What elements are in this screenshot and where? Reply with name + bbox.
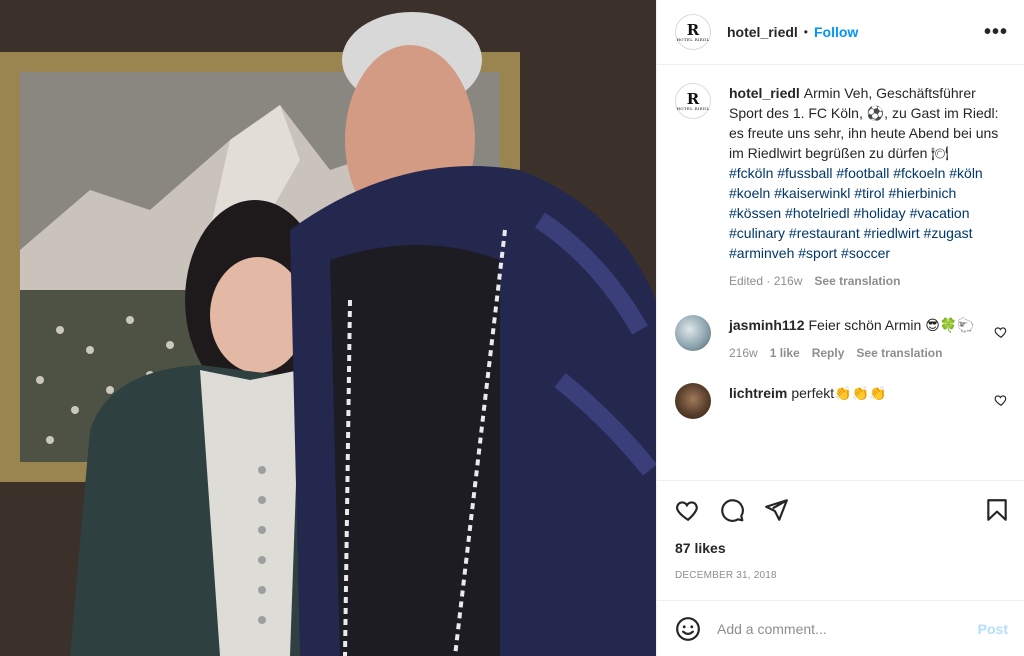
caption-avatar-letter: R [686, 89, 700, 108]
avatar-letter: R [686, 20, 700, 39]
follow-button[interactable]: Follow [814, 24, 858, 40]
commenter-avatar[interactable] [675, 315, 711, 351]
comment-text: Feier schön Armin 😎🍀🐑 [808, 317, 975, 333]
photo-illustration [0, 0, 656, 656]
comments-section[interactable]: R HOTEL RIEDL hotel_riedl Armin Veh, Gesc… [657, 65, 1024, 480]
share-icon[interactable] [763, 497, 789, 523]
comment-text: perfekt👏👏👏 [791, 385, 887, 401]
bookmark-icon[interactable] [984, 497, 1010, 523]
post-photo[interactable] [0, 0, 656, 656]
add-comment-bar: Post [657, 600, 1024, 656]
add-comment-input[interactable] [717, 620, 978, 637]
avatar-subtitle: HOTEL RIEDL [676, 36, 710, 42]
caption-edited-time: Edited · 216w [729, 274, 803, 288]
comment-reply[interactable]: Reply [812, 343, 845, 363]
emoji-icon[interactable] [675, 616, 701, 642]
comment-username[interactable]: jasminh112 [729, 317, 805, 333]
header-username[interactable]: hotel_riedl [727, 24, 798, 40]
comment-like-heart-icon[interactable] [994, 393, 1008, 407]
caption-avatar-subtitle: HOTEL RIEDL [676, 105, 710, 111]
post-viewer: R HOTEL RIEDL hotel_riedl • Follow ••• R… [0, 0, 1024, 656]
action-bar [657, 480, 1024, 538]
post-side-panel: R HOTEL RIEDL hotel_riedl • Follow ••• R… [656, 0, 1024, 656]
comment-icon[interactable] [719, 497, 745, 523]
post-header: R HOTEL RIEDL hotel_riedl • Follow ••• [657, 0, 1024, 65]
comment-see-translation[interactable]: See translation [856, 343, 942, 363]
comment-like-heart-icon[interactable] [994, 325, 1008, 339]
comment-item: jasminh112 Feier schön Armin 😎🍀🐑 216w 1 l… [675, 315, 1008, 363]
header-separator: • [803, 25, 808, 39]
comment-body: lichtreim perfekt👏👏👏 [729, 383, 1008, 419]
commenter-avatar[interactable] [675, 383, 711, 419]
caption-see-translation[interactable]: See translation [814, 271, 900, 291]
comment-likes[interactable]: 1 like [770, 343, 800, 363]
likes-count[interactable]: 87 likes [657, 538, 1024, 560]
comment-time: 216w [729, 346, 758, 360]
more-icon[interactable]: ••• [984, 21, 1008, 44]
profile-avatar[interactable]: R HOTEL RIEDL [675, 14, 711, 50]
caption-avatar[interactable]: R HOTEL RIEDL [675, 83, 711, 119]
post-comment-button[interactable]: Post [978, 621, 1008, 637]
caption-username[interactable]: hotel_riedl [729, 85, 800, 101]
comment-item: lichtreim perfekt👏👏👏 [675, 383, 1008, 419]
caption-meta: Edited · 216w See translation [729, 271, 1008, 291]
caption-hashtags[interactable]: #fcköln #fussball #football #fckoeln #kö… [729, 165, 983, 261]
comment-meta: 216w 1 like Reply See translation [729, 343, 980, 363]
comment-username[interactable]: lichtreim [729, 385, 787, 401]
caption: R HOTEL RIEDL hotel_riedl Armin Veh, Gesc… [675, 83, 1008, 291]
post-date: DECEMBER 31, 2018 [675, 570, 777, 581]
caption-body: hotel_riedl Armin Veh, Geschäftsführer Sp… [729, 83, 1008, 291]
comment-body: jasminh112 Feier schön Armin 😎🍀🐑 216w 1 l… [729, 315, 1008, 363]
heart-icon[interactable] [675, 497, 701, 523]
